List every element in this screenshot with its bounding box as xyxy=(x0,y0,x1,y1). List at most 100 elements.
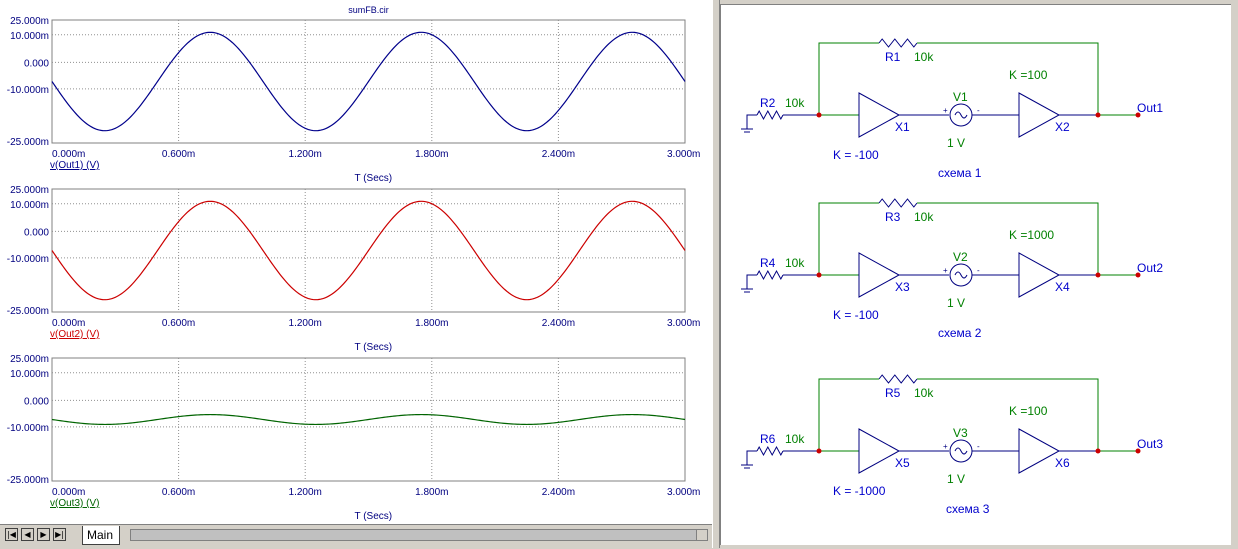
y-tick-label: 10.000m xyxy=(10,369,49,380)
x-tick-label: 0.000m xyxy=(52,149,85,160)
amplifier-1 xyxy=(858,252,901,298)
source-label: V1 xyxy=(953,90,968,104)
amplifier-1-gain: K = -1000 xyxy=(833,484,886,498)
x-tick-label: 3.000m xyxy=(667,149,700,160)
input-resistor-value: 10k xyxy=(785,256,805,270)
x-tick-label: 1.200m xyxy=(289,487,322,498)
y-tick-label: -10.000m xyxy=(7,423,49,434)
plot-3: 25.000m 10.000m 0.000 -10.000m -25.000m0.000… xyxy=(7,354,701,522)
amplifier-2-label: X4 xyxy=(1055,280,1070,294)
plot-tab-bar: |◀ ◀ ▶ ▶| Main xyxy=(0,524,712,548)
plot-window: sumFB.cir 25.000m 10.000m 0.000 -10.000m -25.… xyxy=(0,0,712,524)
input-resistor xyxy=(756,109,784,121)
amplifier-2-label: X6 xyxy=(1055,456,1070,470)
x-tick-label: 1.800m xyxy=(415,318,448,329)
schematic-window: R1 10k R2 10k X1 K = -100 + - V1 1 V X2 K =100 Out1 с… xyxy=(720,4,1232,545)
input-resistor-label: R4 xyxy=(760,256,776,270)
minus-sign: - xyxy=(977,106,980,115)
last-page-button[interactable]: ▶| xyxy=(53,528,66,541)
schematic-scroll-edge xyxy=(1231,4,1238,548)
x-tick-label: 0.000m xyxy=(52,487,85,498)
amplifier-1-gain: K = -100 xyxy=(833,308,879,322)
amplifier-2-gain: K =100 xyxy=(1009,404,1048,418)
output-label: Out1 xyxy=(1137,101,1163,115)
feedback-resistor-label: R1 xyxy=(885,50,901,64)
first-page-button[interactable]: |◀ xyxy=(5,528,18,541)
y-tick-label: -10.000m xyxy=(7,85,49,96)
input-resistor-label: R2 xyxy=(760,96,776,110)
amplifier-2 xyxy=(1018,252,1061,298)
sine-icon xyxy=(954,447,968,455)
y-tick-label: 10.000m xyxy=(10,200,49,211)
feedback-wire xyxy=(818,378,879,451)
feedback-resistor xyxy=(878,198,918,208)
junction-dot xyxy=(1095,112,1101,118)
input-resistor xyxy=(756,269,784,281)
feedback-wire xyxy=(818,42,879,115)
y-tick-label: -25.000m xyxy=(7,137,49,148)
x-axis-label: T (Secs) xyxy=(355,342,393,353)
x-tick-label: 0.600m xyxy=(162,318,195,329)
amplifier-1-label: X1 xyxy=(895,120,910,134)
feedback-wire xyxy=(917,42,1099,115)
x-tick-label: 2.400m xyxy=(542,149,575,160)
y-tick-label: 10.000m xyxy=(10,31,49,42)
plot-2: 25.000m 10.000m 0.000 -10.000m -25.000m0.000… xyxy=(7,185,701,353)
feedback-resistor-label: R3 xyxy=(885,210,901,224)
circuit-3: R5 10k R6 10k X5 K = -1000 + -V3 1 V X6 K =100 Out3… xyxy=(741,374,1163,516)
x-axis-label: T (Secs) xyxy=(355,511,393,522)
junction-dot xyxy=(1095,272,1101,278)
feedback-wire xyxy=(917,378,1099,451)
circuit-caption: схема 3 xyxy=(946,502,990,516)
next-page-button[interactable]: ▶ xyxy=(37,528,50,541)
amplifier-1-gain: K = -100 xyxy=(833,148,879,162)
y-tick-label: 0.000 xyxy=(24,227,49,238)
feedback-resistor xyxy=(878,374,918,384)
scroll-right-button[interactable] xyxy=(696,529,708,541)
plus-sign: + xyxy=(943,106,948,115)
amplifier-1 xyxy=(858,428,901,474)
feedback-resistor xyxy=(878,38,918,48)
feedback-wire xyxy=(818,202,879,275)
x-axis-label: T (Secs) xyxy=(355,173,393,184)
y-tick-label: 0.000 xyxy=(24,396,49,407)
x-tick-label: 3.000m xyxy=(667,318,700,329)
junction-dot xyxy=(816,272,822,278)
amplifier-1-label: X3 xyxy=(895,280,910,294)
ground-wire xyxy=(746,450,757,465)
window-splitter[interactable] xyxy=(712,0,720,548)
circuit-caption: схема 2 xyxy=(938,326,982,340)
x-tick-label: 3.000m xyxy=(667,487,700,498)
circuit-2: R3 10k R4 10k X3 K = -100 + -V2 1 V X4 K =1000 Out2… xyxy=(741,198,1163,340)
sine-icon xyxy=(954,271,968,279)
input-resistor-value: 10k xyxy=(785,432,805,446)
x-tick-label: 2.400m xyxy=(542,487,575,498)
y-tick-label: -25.000m xyxy=(7,306,49,317)
x-tick-label: 1.200m xyxy=(289,149,322,160)
tab-main[interactable]: Main xyxy=(82,526,121,545)
junction-dot xyxy=(1095,448,1101,454)
prev-page-button[interactable]: ◀ xyxy=(21,528,34,541)
x-tick-label: 0.600m xyxy=(162,487,195,498)
circuit-caption: схема 1 xyxy=(938,166,982,180)
input-resistor-label: R6 xyxy=(760,432,776,446)
ground-wire xyxy=(746,114,757,129)
minus-sign: - xyxy=(977,442,980,451)
source-value: 1 V xyxy=(947,136,965,150)
series-name: v(Out2) (V) xyxy=(50,329,99,340)
y-tick-label: 25.000m xyxy=(10,185,49,196)
amplifier-1-label: X5 xyxy=(895,456,910,470)
output-label: Out2 xyxy=(1137,261,1163,275)
x-tick-label: 0.600m xyxy=(162,149,195,160)
horizontal-scrollbar[interactable] xyxy=(130,529,708,541)
junction-dot xyxy=(816,448,822,454)
feedback-resistor-value: 10k xyxy=(914,50,934,64)
circuit-1: R1 10k R2 10k X1 K = -100 + -V1 1 V X2 K =100 Out1 с… xyxy=(741,38,1163,180)
input-resistor xyxy=(756,445,784,457)
x-tick-label: 1.800m xyxy=(415,487,448,498)
series-name: v(Out1) (V) xyxy=(50,160,99,171)
plot-1: 25.000m 10.000m 0.000 -10.000m -25.000m0.000… xyxy=(7,16,701,184)
x-tick-label: 1.800m xyxy=(415,149,448,160)
plot-title: sumFB.cir xyxy=(348,5,389,15)
source-label: V3 xyxy=(953,426,968,440)
